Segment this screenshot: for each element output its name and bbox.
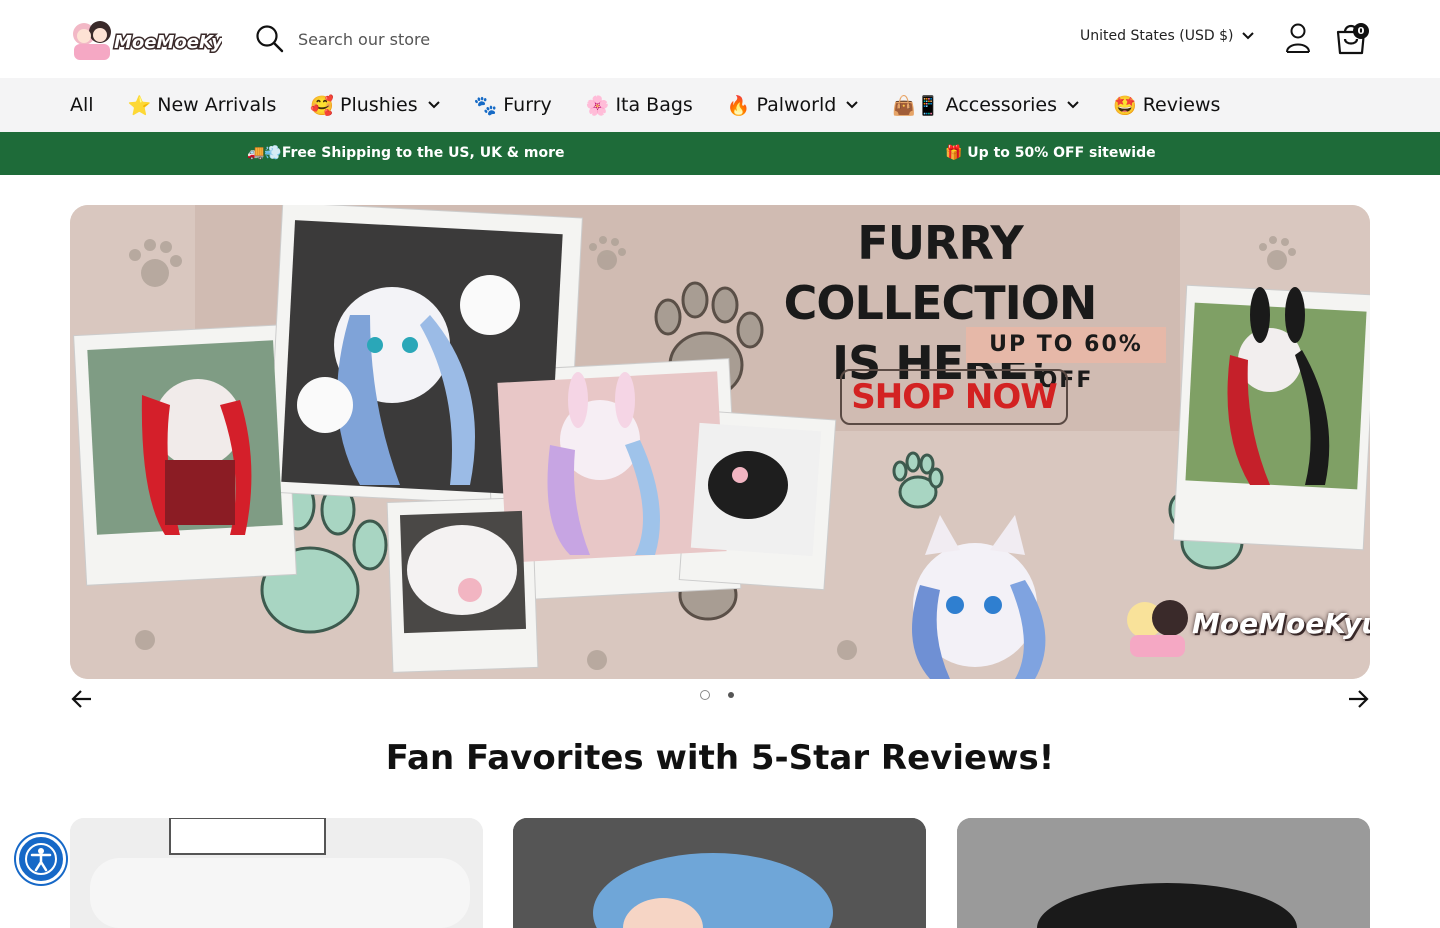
nav-item-ita-bags[interactable]: 🌸 Ita Bags (586, 94, 693, 117)
handbag-phone-icon: 👜📱 (892, 94, 940, 117)
nav-label: New Arrivals (157, 94, 277, 116)
nav-item-accessories[interactable]: 👜📱 Accessories (892, 94, 1079, 117)
smiling-face-icon: 🥰 (310, 94, 335, 117)
chevron-down-icon (1067, 101, 1079, 109)
carousel-dot-1[interactable] (700, 690, 710, 700)
banner-headline-line1: FURRY COLLECTION (783, 216, 1098, 330)
product-card[interactable] (957, 818, 1370, 928)
nav-label: Ita Bags (615, 94, 693, 116)
shop-now-button[interactable]: SHOP NOW (840, 369, 1068, 425)
country-currency-selector[interactable]: United States (USD $) (1080, 28, 1255, 44)
nav-label: Furry (503, 94, 552, 116)
paw-icon: 🐾 (473, 94, 498, 117)
free-shipping-message[interactable]: 🚚💨Free Shipping to the US, UK & more (247, 145, 565, 161)
nav-label: Plushies (340, 94, 418, 116)
store-logo[interactable]: MoeMoeKyun! (70, 14, 258, 64)
product-image (513, 818, 926, 928)
nav-item-plushies[interactable]: 🥰 Plushies (310, 94, 440, 117)
cart-count-badge: 0 (1353, 23, 1369, 39)
cherry-blossom-icon: 🌸 (585, 94, 610, 117)
chevron-down-icon (427, 101, 440, 109)
accessibility-icon (25, 843, 57, 875)
chevron-down-icon (1242, 32, 1255, 40)
search-input[interactable] (298, 22, 798, 56)
accessibility-widget-button[interactable] (16, 834, 66, 884)
banner-discount-label: UP TO 60% OFF (966, 327, 1166, 393)
nav-label: Palworld (756, 94, 837, 116)
banner-brand-logo: MoeMoeKyun! (1192, 607, 1370, 640)
nav-item-all[interactable]: All (70, 94, 94, 116)
nav-item-palworld[interactable]: 🔥 Palworld (727, 94, 859, 117)
section-heading: Fan Favorites with 5-Star Reviews! (385, 738, 1055, 778)
search-icon[interactable] (255, 24, 285, 54)
promo-announcement-bar: 🚚💨Free Shipping to the US, UK & more 🎁 U… (0, 132, 1440, 175)
banner-artwork (70, 205, 1370, 679)
site-header: MoeMoeKyun! United States (USD $) 0 (0, 0, 1440, 78)
nav-item-furry[interactable]: 🐾 Furry (474, 94, 552, 117)
star-struck-icon: 🤩 (1113, 94, 1137, 117)
carousel-dot-2[interactable] (728, 692, 734, 698)
star-icon: ⭐ (127, 94, 152, 117)
logo-text: MoeMoeKyun! (114, 32, 222, 53)
nav-item-new-arrivals[interactable]: ⭐ New Arrivals (128, 94, 277, 117)
carousel-pagination (700, 690, 734, 700)
fire-icon: 🔥 (726, 94, 751, 117)
sale-message[interactable]: 🎁 Up to 50% OFF sitewide (945, 145, 1156, 161)
account-icon[interactable] (1284, 22, 1312, 54)
nav-label: All (70, 94, 94, 116)
main-navigation: All ⭐ New Arrivals 🥰 Plushies 🐾 Furry 🌸 … (0, 78, 1440, 132)
arrow-right-icon[interactable] (1346, 688, 1370, 710)
arrow-left-icon[interactable] (70, 688, 94, 710)
product-image (70, 818, 483, 928)
nav-label: Reviews (1142, 94, 1221, 116)
nav-item-reviews[interactable]: 🤩 Reviews (1113, 94, 1220, 117)
hero-banner-slide[interactable]: FURRY COLLECTION IS HERE! UP TO 60% OFF … (70, 205, 1370, 679)
country-label: United States (USD $) (1080, 28, 1234, 44)
product-image (957, 818, 1370, 928)
nav-label: Accessories (945, 94, 1058, 116)
product-card[interactable] (70, 818, 483, 928)
product-card[interactable] (513, 818, 926, 928)
chevron-down-icon (846, 101, 859, 109)
